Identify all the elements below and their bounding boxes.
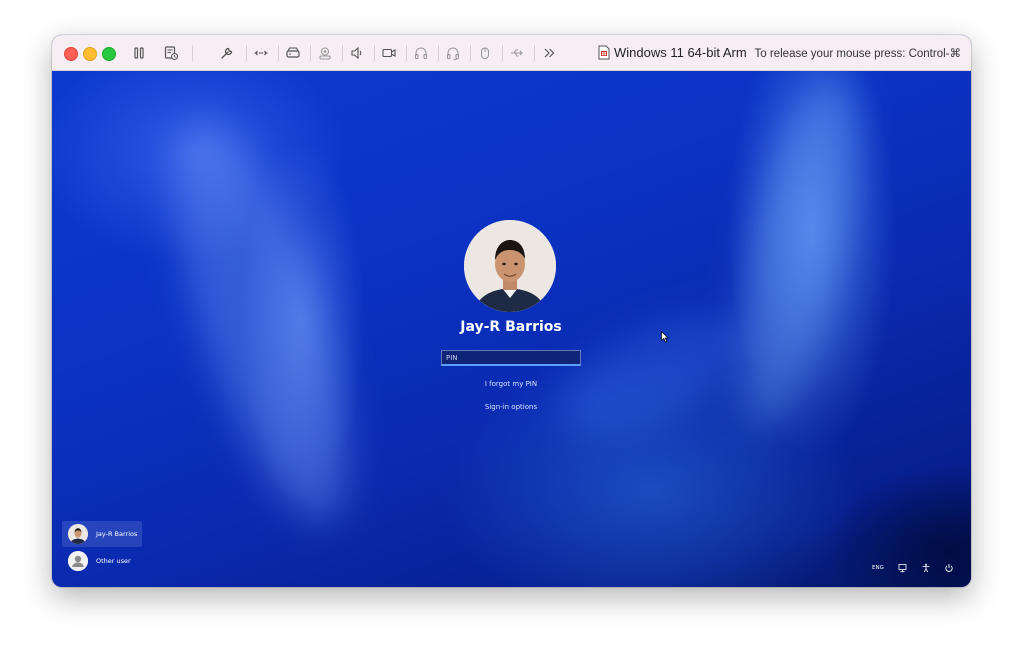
pause-icon[interactable] xyxy=(130,44,148,62)
close-window-button[interactable] xyxy=(64,47,78,61)
vm-document-icon xyxy=(598,45,610,60)
user-list-item-other-user[interactable]: Other user xyxy=(62,548,142,574)
headset-icon[interactable] xyxy=(444,44,462,62)
headphones-icon[interactable] xyxy=(412,44,430,62)
network-icon[interactable] xyxy=(252,44,270,62)
windows-lock-screen: Jay-R Barrios I forgot my PIN Sign-in op… xyxy=(52,71,971,587)
generic-user-icon xyxy=(68,551,88,571)
sign-in-options-link[interactable]: Sign-in options xyxy=(411,403,611,411)
language-indicator[interactable]: ENG xyxy=(872,562,884,574)
forgot-pin-link[interactable]: I forgot my PIN xyxy=(411,380,611,388)
usb-icon[interactable] xyxy=(508,44,526,62)
user-list-avatar xyxy=(68,524,88,544)
accessibility-icon[interactable] xyxy=(921,562,931,574)
window-titlebar: Windows 11 64-bit Arm To release your mo… xyxy=(52,35,971,71)
mouse-cursor-icon xyxy=(661,331,669,343)
user-list-label: Jay-R Barrios xyxy=(96,530,138,538)
vm-title: Windows 11 64-bit Arm xyxy=(614,45,747,60)
settings-wrench-icon[interactable] xyxy=(218,44,236,62)
maximize-window-button[interactable] xyxy=(102,47,116,61)
mouse-release-hint: To release your mouse press: Control-⌘ xyxy=(754,48,961,60)
pin-input[interactable] xyxy=(441,350,581,366)
user-list-label: Other user xyxy=(96,557,131,565)
user-avatar-large xyxy=(464,220,556,312)
mouse-icon[interactable] xyxy=(476,44,494,62)
camera-sharing-icon[interactable] xyxy=(316,44,334,62)
hard-disk-icon[interactable] xyxy=(284,44,302,62)
minimize-window-button[interactable] xyxy=(83,47,97,61)
snapshot-icon[interactable] xyxy=(162,44,180,62)
user-name-heading: Jay-R Barrios xyxy=(460,319,562,335)
video-camera-icon[interactable] xyxy=(380,44,398,62)
user-list-item-jay-r[interactable]: Jay-R Barrios xyxy=(62,521,142,547)
sound-icon[interactable] xyxy=(348,44,366,62)
network-icon[interactable] xyxy=(898,562,908,574)
vm-window: Windows 11 64-bit Arm To release your mo… xyxy=(52,35,971,587)
power-icon[interactable] xyxy=(944,562,954,574)
more-chevrons-icon[interactable] xyxy=(540,44,558,62)
